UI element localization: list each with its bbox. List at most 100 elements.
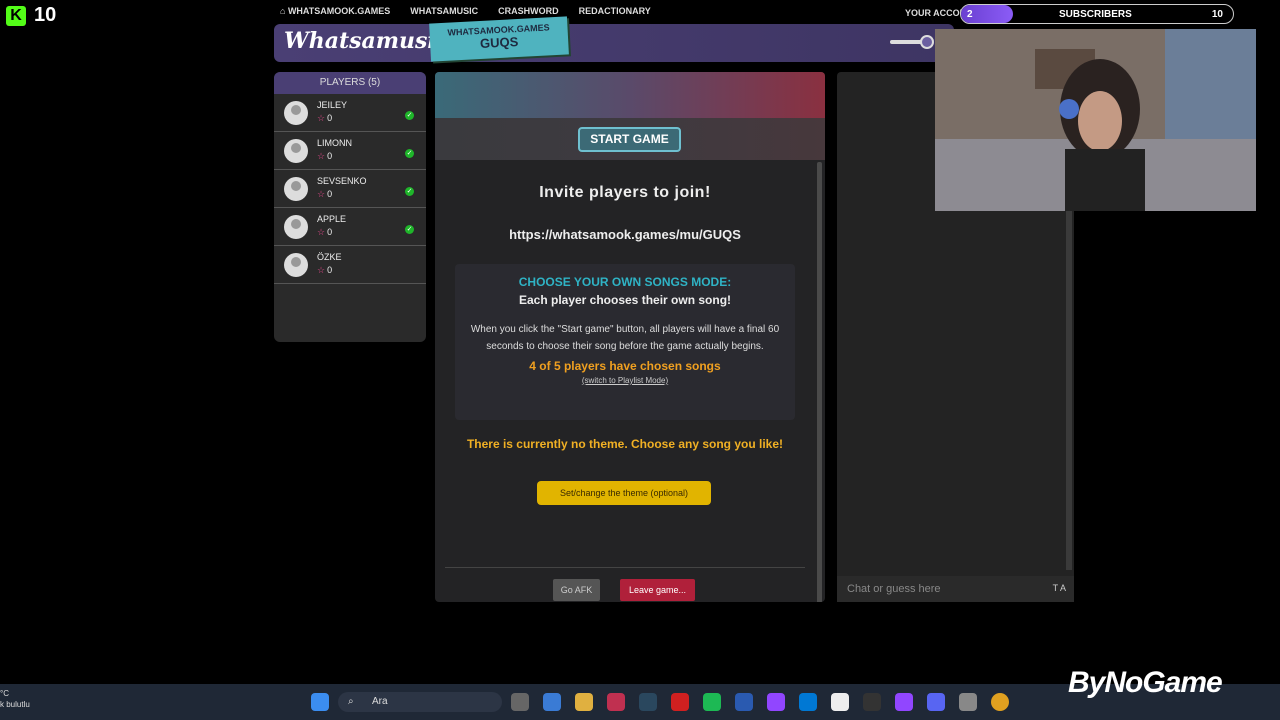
folder-icon[interactable] — [575, 693, 593, 711]
panel-gradient-banner — [435, 72, 825, 118]
nav-home[interactable]: ⌂ WHATSAMOOK.GAMES — [280, 6, 390, 20]
game-logo[interactable]: Whatsamusic — [284, 28, 449, 54]
invite-url[interactable]: https://whatsamook.games/mu/GUQS — [435, 227, 815, 242]
action-bar: START GAME — [435, 118, 825, 160]
avatar — [284, 139, 308, 163]
player-row: LIMONN ☆ 0 ✓ — [274, 132, 426, 170]
top-nav: ⌂ WHATSAMOOK.GAMES WHATSAMUSIC CRASHWORD… — [280, 6, 960, 20]
taskview-icon[interactable] — [511, 693, 529, 711]
weather-widget[interactable]: °C k bulutlu — [0, 688, 30, 710]
ready-check-icon: ✓ — [405, 187, 414, 196]
taskbar-search[interactable]: ⌕ Ara — [338, 692, 502, 712]
star-icon: ☆ — [317, 113, 326, 123]
obs-icon[interactable] — [607, 693, 625, 711]
discord-icon[interactable] — [927, 693, 945, 711]
set-theme-button[interactable]: Set/change the theme (optional) — [537, 481, 711, 505]
volume-slider[interactable] — [890, 35, 934, 49]
copilot-icon[interactable] — [543, 693, 561, 711]
search-icon: ⌕ — [348, 696, 354, 707]
start-game-button[interactable]: START GAME — [578, 127, 681, 152]
avatar — [284, 101, 308, 125]
theme-text: There is currently no theme. Choose any … — [466, 437, 784, 451]
subscriber-goal: 10 — [1211, 8, 1223, 20]
kick-count: 10 — [34, 4, 57, 26]
subscriber-goal-bar: 2 SUBSCRIBERS 10 — [960, 4, 1234, 24]
twitch-icon[interactable] — [895, 693, 913, 711]
star-icon: ☆ — [317, 189, 326, 199]
steam-icon[interactable] — [639, 693, 657, 711]
mode-status: 4 of 5 players have chosen songs — [529, 359, 721, 373]
app-icon[interactable] — [735, 693, 753, 711]
webcam-image — [935, 29, 1256, 211]
mode-subtitle: Each player chooses their own song! — [518, 293, 732, 307]
star-icon: ☆ — [317, 151, 326, 161]
spotify-icon[interactable] — [703, 693, 721, 711]
bynogame-watermark: ByNoGame — [1068, 666, 1223, 699]
search-label: Ara — [372, 696, 388, 707]
switch-mode-link[interactable]: (switch to Playlist Mode) — [455, 376, 795, 385]
player-score: ☆ 0 — [317, 265, 332, 276]
nav-home-label: WHATSAMOOK.GAMES — [287, 6, 391, 16]
divider — [445, 567, 805, 568]
player-score-value: 0 — [327, 227, 333, 237]
player-score: ☆ 0 — [317, 151, 332, 162]
player-score-value: 0 — [327, 265, 333, 275]
ready-check-icon: ✓ — [405, 111, 414, 120]
vscode-icon[interactable] — [799, 693, 817, 711]
player-row: JEILEY ☆ 0 ✓ — [274, 94, 426, 132]
mode-description: When you click the "Start game" button, … — [470, 324, 780, 352]
main-scrollbar[interactable] — [817, 162, 822, 602]
kick-logo-icon: K — [6, 5, 26, 26]
go-afk-button[interactable]: Go AFK — [553, 579, 600, 601]
players-title: PLAYERS (5) — [274, 72, 426, 94]
account-link[interactable]: YOUR ACCOU — [905, 8, 966, 18]
chat-input[interactable]: Chat or guess here — [837, 576, 1074, 602]
players-list: JEILEY ☆ 0 ✓ LIMONN ☆ 0 ✓ SEVSENKO ☆ 0 ✓ AP… — [274, 94, 426, 284]
app-icon[interactable] — [671, 693, 689, 711]
player-name: ÖZKE — [317, 252, 342, 262]
player-score: ☆ 0 — [317, 113, 332, 124]
game-main-panel: START GAME Invite players to join! https… — [435, 72, 825, 602]
avatar — [284, 253, 308, 277]
epic-games-icon[interactable] — [863, 693, 881, 711]
player-score-value: 0 — [327, 189, 333, 199]
star-icon: ☆ — [317, 227, 326, 237]
chrome-icon[interactable] — [991, 693, 1009, 711]
player-score: ☆ 0 — [317, 189, 332, 200]
mode-box: CHOOSE YOUR OWN SONGS MODE: Each player … — [455, 264, 795, 420]
weather-temp: °C — [0, 689, 9, 698]
star-icon: ☆ — [317, 265, 326, 275]
player-row: SEVSENKO ☆ 0 ✓ — [274, 170, 426, 208]
player-name: SEVSENKO — [317, 176, 367, 186]
chat-scrollbar[interactable] — [1066, 210, 1072, 570]
kick-counter: K 10 — [6, 4, 56, 27]
players-panel: PLAYERS (5) JEILEY ☆ 0 ✓ LIMONN ☆ 0 ✓ SEVS… — [274, 72, 426, 342]
chat-tools[interactable]: T A — [1053, 583, 1066, 593]
player-row: APPLE ☆ 0 ✓ — [274, 208, 426, 246]
room-tag: WHATSAMOOK.GAMES GUQS — [429, 16, 569, 62]
invite-heading: Invite players to join! — [539, 184, 711, 201]
avatar — [284, 215, 308, 239]
player-score-value: 0 — [327, 113, 333, 123]
player-score-value: 0 — [327, 151, 333, 161]
volume-knob[interactable] — [920, 35, 934, 49]
app-icon[interactable] — [767, 693, 785, 711]
webcam-overlay — [935, 29, 1256, 211]
mode-title: CHOOSE YOUR OWN SONGS MODE: — [518, 275, 732, 289]
weather-desc: k bulutlu — [0, 700, 30, 709]
avatar — [284, 177, 308, 201]
subscriber-label: SUBSCRIBERS — [1059, 8, 1132, 20]
player-name: LIMONN — [317, 138, 353, 148]
player-score: ☆ 0 — [317, 227, 332, 238]
nav-redactionary[interactable]: REDACTIONARY — [579, 6, 651, 20]
ready-check-icon: ✓ — [405, 149, 414, 158]
leave-game-button[interactable]: Leave game... — [620, 579, 695, 601]
app-icon[interactable] — [959, 693, 977, 711]
nav-whatsamusic[interactable]: WHATSAMUSIC — [410, 6, 478, 20]
subscriber-count: 2 — [961, 5, 1013, 23]
player-row: ÖZKE ☆ 0 — [274, 246, 426, 284]
player-name: JEILEY — [317, 100, 348, 110]
notion-icon[interactable] — [831, 693, 849, 711]
windows-start-icon[interactable] — [311, 693, 329, 711]
ready-check-icon: ✓ — [405, 225, 414, 234]
